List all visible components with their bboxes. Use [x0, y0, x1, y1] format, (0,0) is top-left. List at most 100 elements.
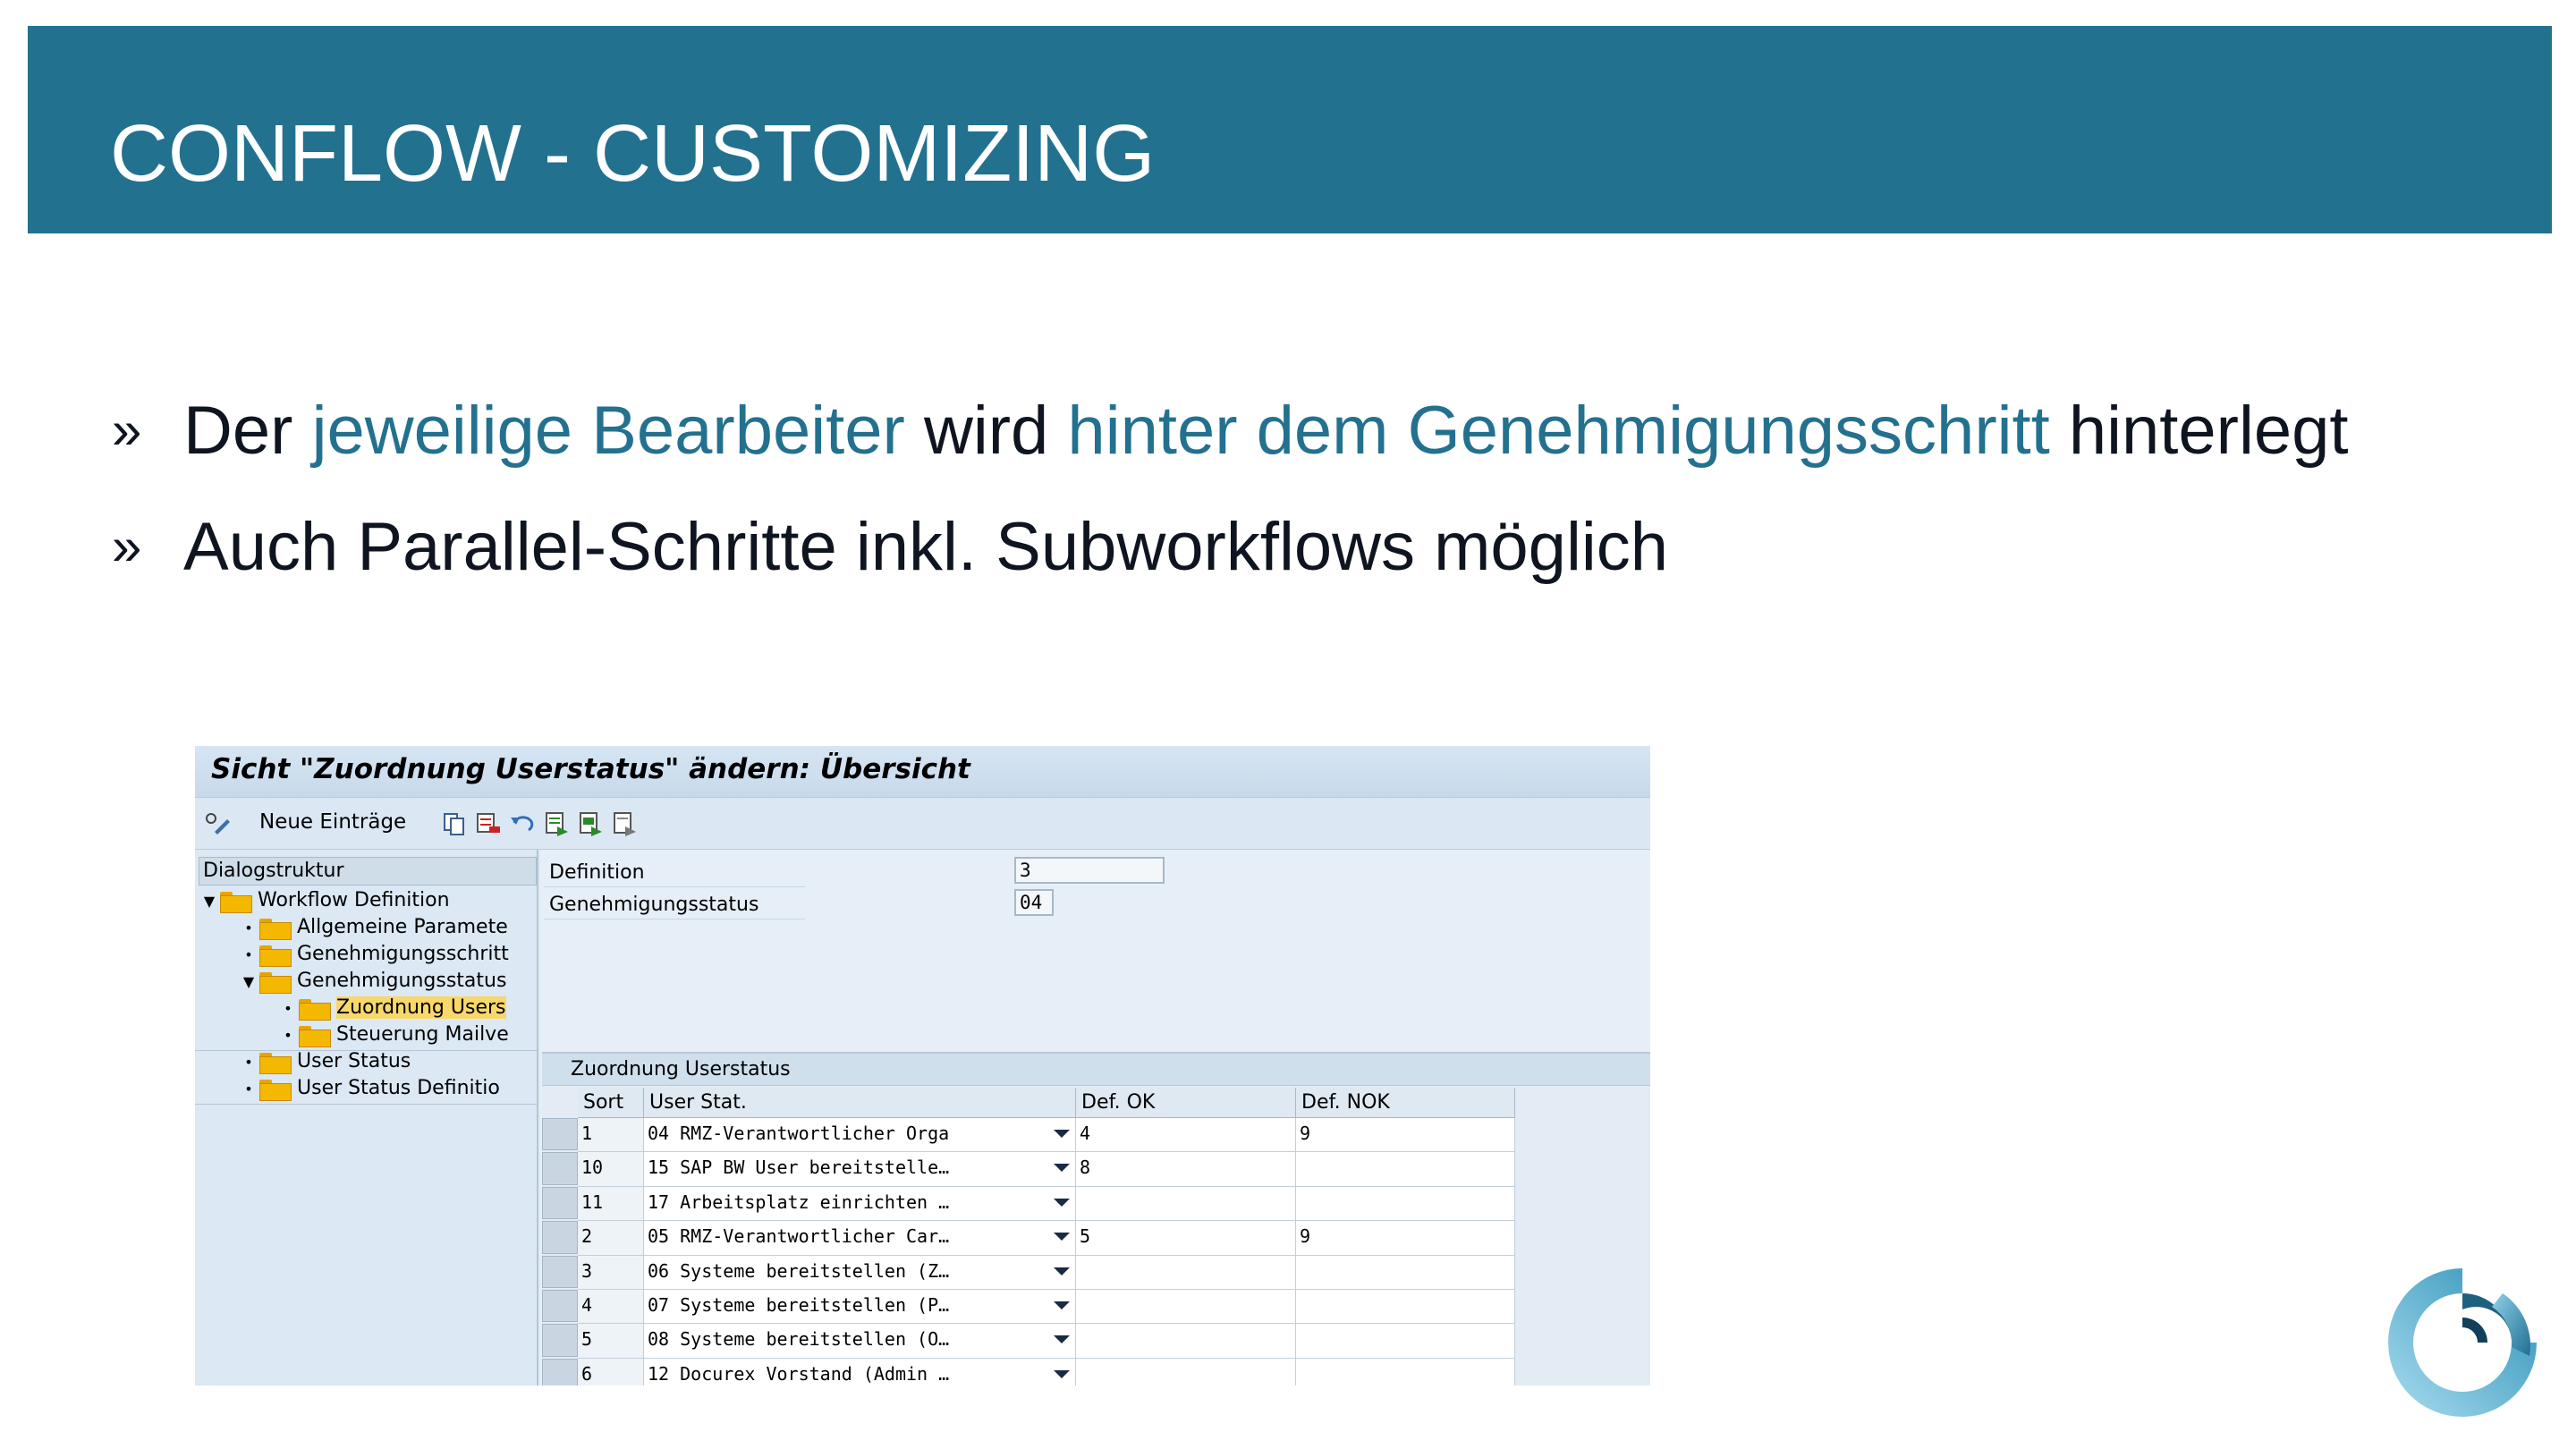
deselect-all-icon[interactable]: [611, 810, 638, 837]
cell-user-stat-text: 12 Docurex Vorstand (Admin …: [648, 1362, 950, 1385]
undo-icon[interactable]: [509, 810, 536, 837]
row-selector[interactable]: [542, 1152, 578, 1185]
cell-user-stat-text: 07 Systeme bereitstellen (P…: [648, 1294, 950, 1316]
column-header-def-ok[interactable]: Def. OK: [1076, 1088, 1296, 1118]
cell-sort-text: 5: [581, 1328, 593, 1351]
row-selector[interactable]: [542, 1221, 578, 1254]
dropdown-arrow-icon[interactable]: [1054, 1130, 1070, 1138]
tree-item-zuordnung-userstatus[interactable]: • Zuordnung Users: [277, 995, 506, 1021]
dropdown-arrow-icon[interactable]: [1054, 1335, 1070, 1344]
cell-def-nok[interactable]: 9: [1296, 1221, 1515, 1256]
dropdown-arrow-icon[interactable]: [1054, 1267, 1070, 1275]
cell-user-stat[interactable]: 15 SAP BW User bereitstelle…: [644, 1152, 1076, 1187]
delete-icon[interactable]: [475, 810, 502, 837]
cell-user-stat-text: 05 RMZ-Verantwortlicher Car…: [648, 1225, 950, 1248]
cell-user-stat[interactable]: 12 Docurex Vorstand (Admin …: [644, 1358, 1076, 1385]
cell-def-nok[interactable]: [1296, 1290, 1515, 1325]
tree-item-steuerung-mailversand[interactable]: • Steuerung Mailve: [277, 1021, 509, 1048]
row-selector[interactable]: [542, 1118, 578, 1151]
cell-sort[interactable]: 10: [578, 1152, 644, 1187]
tree-item-workflow-definition[interactable]: ▼ Workflow Definition: [199, 887, 450, 914]
cell-sort-text: 10: [581, 1157, 604, 1179]
column-header-sort[interactable]: Sort: [578, 1088, 644, 1118]
cell-sort[interactable]: 2: [578, 1221, 644, 1256]
cell-def-ok[interactable]: 5: [1076, 1221, 1296, 1256]
cell-user-stat[interactable]: 06 Systeme bereitstellen (Z…: [644, 1255, 1076, 1290]
tree-item-allgemeine-parameter[interactable]: • Allgemeine Paramete: [238, 914, 508, 941]
cell-sort-text: 4: [581, 1294, 593, 1316]
cell-def-ok[interactable]: [1076, 1290, 1296, 1325]
cell-def-ok[interactable]: [1076, 1255, 1296, 1290]
bullet-mark: »: [112, 400, 142, 460]
cell-sort[interactable]: 1: [578, 1118, 644, 1153]
cell-def-ok[interactable]: [1076, 1324, 1296, 1359]
cell-def-nok[interactable]: [1296, 1186, 1515, 1222]
row-selector[interactable]: [542, 1255, 578, 1288]
tree-item-user-status-definition[interactable]: • User Status Definitio: [238, 1075, 500, 1102]
copy-icon[interactable]: [441, 810, 468, 837]
cell-user-stat[interactable]: 08 Systeme bereitstellen (O…: [644, 1324, 1076, 1359]
cell-sort-text: 2: [581, 1225, 593, 1248]
tree-item-genehmigungsschritt[interactable]: • Genehmigungsschritt: [238, 941, 509, 968]
row-selector[interactable]: [542, 1324, 578, 1357]
cell-def-nok[interactable]: [1296, 1152, 1515, 1187]
tree-item-genehmigungsstatus[interactable]: ▼ Genehmigungsstatus: [238, 968, 506, 995]
bullet-dot-icon: •: [244, 946, 253, 963]
row-selector[interactable]: [542, 1358, 578, 1385]
cell-def-ok[interactable]: [1076, 1186, 1296, 1222]
table-container: Zuordnung Userstatus Sort User Stat. Def…: [542, 1052, 1650, 1385]
row-selector[interactable]: [542, 1186, 578, 1220]
folder-icon: [259, 917, 292, 940]
cell-sort-text: 1: [581, 1123, 593, 1144]
collapse-arrow-icon[interactable]: ▼: [199, 888, 220, 915]
open-folder-icon: [299, 997, 331, 1021]
cell-def-ok[interactable]: 8: [1076, 1152, 1296, 1187]
cell-sort-text: 6: [581, 1362, 593, 1385]
dropdown-arrow-icon[interactable]: [1054, 1164, 1070, 1173]
row-selector[interactable]: [542, 1290, 578, 1323]
column-header-user-stat[interactable]: User Stat.: [644, 1088, 1076, 1118]
folder-icon: [259, 1078, 292, 1101]
column-header-def-nok[interactable]: Def. NOK: [1296, 1088, 1515, 1118]
cell-sort-text: 3: [581, 1259, 593, 1282]
new-entries-button[interactable]: Neue Einträge: [259, 810, 406, 834]
dropdown-arrow-icon[interactable]: [1054, 1198, 1070, 1207]
cell-def-ok[interactable]: 4: [1076, 1118, 1296, 1153]
cell-user-stat-text: 06 Systeme bereitstellen (Z…: [648, 1259, 950, 1282]
cell-def-nok[interactable]: [1296, 1255, 1515, 1290]
cell-def-ok[interactable]: [1076, 1358, 1296, 1385]
definition-label: Definition: [544, 859, 805, 887]
cell-sort[interactable]: 6: [578, 1358, 644, 1385]
cell-def-nok[interactable]: 9: [1296, 1118, 1515, 1153]
select-all-icon[interactable]: [543, 810, 570, 837]
dropdown-arrow-icon[interactable]: [1054, 1233, 1070, 1241]
dropdown-arrow-icon[interactable]: [1054, 1369, 1070, 1378]
tree-item-user-status[interactable]: • User Status: [238, 1048, 411, 1075]
cell-user-stat[interactable]: 07 Systeme bereitstellen (P…: [644, 1290, 1076, 1325]
cell-def-ok-text: 5: [1080, 1225, 1091, 1248]
genehmigungsstatus-field[interactable]: 04: [1014, 889, 1054, 916]
dropdown-arrow-icon[interactable]: [1054, 1301, 1070, 1309]
select-block-icon[interactable]: [577, 810, 604, 837]
bullet-1-highlight-a: jeweilige Bearbeiter: [311, 393, 905, 469]
company-logo: [2388, 1268, 2537, 1417]
collapse-arrow-icon[interactable]: ▼: [238, 969, 259, 996]
slide-title: CONFLOW - CUSTOMIZING: [110, 109, 1156, 199]
definition-field[interactable]: 3: [1014, 857, 1165, 884]
cell-def-nok[interactable]: [1296, 1358, 1515, 1385]
cell-user-stat[interactable]: 17 Arbeitsplatz einrichten …: [644, 1186, 1076, 1222]
cell-user-stat[interactable]: 04 RMZ-Verantwortlicher Orga: [644, 1118, 1076, 1153]
cell-sort[interactable]: 5: [578, 1324, 644, 1359]
cell-user-stat[interactable]: 05 RMZ-Verantwortlicher Car…: [644, 1221, 1076, 1256]
bullet-dot-icon: •: [244, 919, 253, 936]
bullet-1-text-b: wird: [904, 393, 1068, 469]
cell-sort[interactable]: 4: [578, 1290, 644, 1325]
cell-sort[interactable]: 3: [578, 1255, 644, 1290]
folder-icon: [259, 970, 292, 994]
dialog-structure-tree: Dialogstruktur ▼ Workflow Definition • All…: [195, 850, 538, 1385]
cell-def-nok[interactable]: [1296, 1324, 1515, 1359]
folder-icon: [259, 1051, 292, 1074]
display-change-icon[interactable]: [204, 810, 231, 837]
sap-toolbar: Neue Einträge: [195, 798, 1650, 850]
cell-sort[interactable]: 11: [578, 1186, 644, 1222]
